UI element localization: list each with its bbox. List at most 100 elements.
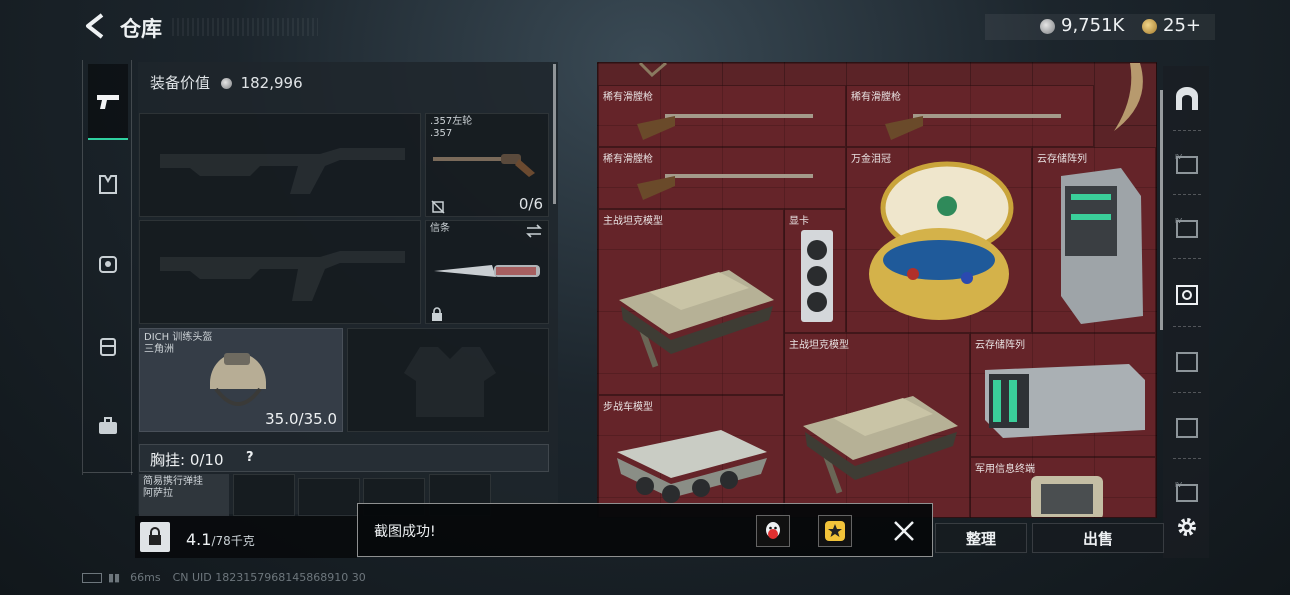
crate-icon bbox=[1176, 418, 1198, 438]
musket-icon bbox=[637, 174, 813, 200]
lock-icon bbox=[149, 527, 161, 545]
svg-text:IV: IV bbox=[1175, 217, 1182, 225]
rig-name: 简易携行弹挂 bbox=[143, 476, 203, 487]
item-label: 云存储阵列 bbox=[975, 340, 1025, 351]
chest-rig-help-icon[interactable]: ? bbox=[246, 450, 254, 465]
safe-icon bbox=[1176, 285, 1198, 305]
equipment-value-label: 装备价值 182,996 bbox=[150, 72, 303, 93]
stash-grid[interactable]: 稀有滑膛枪 稀有滑膛枪 稀有滑膛枪 万金泪冠 云存储阵列 主战坦克模型 显卡 主… bbox=[597, 62, 1157, 518]
settings-button[interactable] bbox=[1169, 502, 1205, 552]
item-label: 步战车模型 bbox=[603, 402, 653, 413]
gold-coin-icon bbox=[1142, 19, 1157, 34]
share-qq-button[interactable] bbox=[756, 515, 790, 547]
share-favorite-button[interactable] bbox=[818, 515, 852, 547]
server-icon bbox=[985, 364, 1145, 438]
primary-weapon-slot-1[interactable] bbox=[139, 113, 421, 217]
tab-storage-2[interactable]: IV bbox=[1169, 202, 1205, 252]
tab-helmet-rig[interactable] bbox=[88, 226, 128, 302]
silver-coin-icon bbox=[220, 78, 232, 89]
lock-icon bbox=[432, 307, 442, 321]
rig-item-slot[interactable]: 简易携行弹挂 阿萨拉 bbox=[139, 474, 229, 516]
sidearm-caliber: .357 bbox=[430, 128, 453, 139]
equipment-scrollbar[interactable] bbox=[553, 64, 556, 204]
gold-amount[interactable]: 25+ bbox=[1163, 15, 1201, 36]
stash-item[interactable]: 稀有滑膛枪 bbox=[846, 85, 1094, 147]
terminal-icon bbox=[1031, 476, 1103, 517]
item-partial-icon bbox=[638, 63, 667, 77]
stash-item[interactable]: 军用信息终端 bbox=[970, 457, 1156, 517]
sort-button[interactable]: 整理 bbox=[935, 523, 1027, 553]
tab-divider bbox=[1173, 258, 1201, 259]
screenshot-toast: 截图成功! bbox=[357, 503, 933, 557]
weight-max: /78千克 bbox=[211, 534, 255, 548]
melee-slot[interactable]: 信条 bbox=[425, 220, 549, 324]
back-button[interactable] bbox=[82, 12, 108, 40]
weight-lock-button[interactable] bbox=[140, 522, 170, 552]
signal-icon: ▮▮ bbox=[108, 571, 121, 584]
vest-icon bbox=[99, 175, 117, 194]
item-label: 稀有滑膛枪 bbox=[603, 92, 653, 103]
penguin-icon bbox=[766, 522, 780, 539]
musket-icon bbox=[637, 114, 813, 140]
helmet-durability: 35.0/35.0 bbox=[265, 410, 337, 428]
melee-name: 信条 bbox=[430, 223, 450, 234]
toast-message: 截图成功! bbox=[374, 524, 436, 540]
item-label: 显卡 bbox=[789, 216, 809, 227]
close-icon bbox=[894, 521, 914, 541]
silver-amount: 9,751K bbox=[1061, 15, 1125, 36]
armor-silhouette-icon bbox=[404, 347, 496, 417]
tab-briefcase[interactable] bbox=[88, 388, 128, 464]
tab-armor[interactable] bbox=[88, 146, 128, 222]
primary-weapon-slot-2[interactable] bbox=[139, 220, 421, 324]
armor-slot[interactable] bbox=[347, 328, 549, 432]
equipment-value-amount: 182,996 bbox=[240, 74, 303, 92]
item-label: 云存储阵列 bbox=[1037, 154, 1087, 165]
no-ammo-icon bbox=[431, 200, 445, 214]
stash-item[interactable]: 主战坦克模型 bbox=[784, 333, 970, 517]
tab-storage-1[interactable]: IV bbox=[1169, 138, 1205, 188]
stash-item[interactable]: 显卡 bbox=[784, 209, 846, 333]
rifle-silhouette-icon bbox=[160, 148, 405, 194]
stash-item[interactable]: 稀有滑膛枪 bbox=[598, 85, 846, 147]
chest-rig-capacity: 胸挂: 0/10 bbox=[150, 451, 224, 469]
rig-pocket-1[interactable] bbox=[233, 474, 295, 516]
tab-backpack[interactable] bbox=[88, 308, 128, 384]
chest-rig-header[interactable]: 胸挂: 0/10 ? bbox=[139, 444, 549, 472]
stash-item[interactable]: 云存储阵列 bbox=[970, 333, 1156, 457]
sell-button[interactable]: 出售 bbox=[1032, 523, 1164, 553]
toast-close-button[interactable] bbox=[890, 517, 918, 545]
swap-icon[interactable] bbox=[526, 224, 542, 238]
stash-item[interactable]: 稀有滑膛枪 bbox=[598, 147, 846, 209]
stash-item[interactable]: 步战车模型 bbox=[598, 395, 784, 517]
rifle-silhouette-icon bbox=[160, 251, 405, 301]
sidearm-slot[interactable]: .357左轮 .357 0/6 bbox=[425, 113, 549, 217]
tab-storage-3-active[interactable] bbox=[1169, 270, 1205, 320]
stash-item[interactable]: 万金泪冠 bbox=[846, 147, 1032, 333]
tab-storage-5[interactable] bbox=[1169, 402, 1205, 452]
weight-current: 4.1 bbox=[186, 530, 212, 549]
helmet-origin: 三角洲 bbox=[144, 344, 174, 355]
pistol-icon bbox=[97, 95, 119, 109]
tab-stash-main[interactable] bbox=[1169, 74, 1205, 124]
crate-icon bbox=[1176, 352, 1198, 372]
status-line: ▮▮ 66ms CN UID 1823157968145868910 30 bbox=[82, 571, 366, 584]
tab-divider bbox=[1173, 194, 1201, 195]
svg-text:IV: IV bbox=[1175, 481, 1182, 489]
backpack-icon bbox=[100, 338, 116, 356]
equipment-value-title: 装备价值 bbox=[150, 74, 211, 92]
stash-item[interactable]: 主战坦克模型 bbox=[598, 209, 784, 395]
tank-model-icon bbox=[803, 396, 958, 494]
crate-icon: IV bbox=[1175, 153, 1198, 174]
rig-origin: 阿萨拉 bbox=[143, 488, 173, 499]
tab-weapon[interactable] bbox=[88, 64, 128, 140]
tab-divider bbox=[1173, 326, 1201, 327]
rig-pocket-2[interactable] bbox=[298, 478, 360, 516]
item-label: 稀有滑膛枪 bbox=[603, 154, 653, 165]
stash-item[interactable]: 云存储阵列 bbox=[1032, 147, 1156, 333]
silver-coin-icon bbox=[1040, 19, 1055, 34]
tab-storage-4[interactable] bbox=[1169, 336, 1205, 386]
musket-icon bbox=[885, 114, 1061, 140]
crate-icon: IV bbox=[1175, 481, 1198, 502]
helmet-slot[interactable]: DICH 训练头盔 三角洲 35.0/35.0 bbox=[139, 328, 343, 432]
uid-text: CN UID 1823157968145868910 30 bbox=[172, 571, 366, 584]
